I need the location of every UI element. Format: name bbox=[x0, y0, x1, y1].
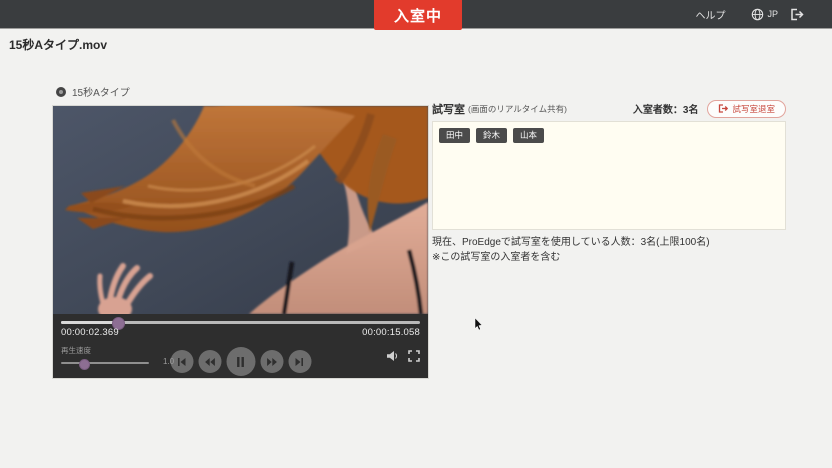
rewind-icon bbox=[204, 357, 215, 367]
member-chip: 山本 bbox=[513, 128, 544, 143]
logout-icon[interactable] bbox=[790, 8, 804, 21]
skip-end-icon bbox=[295, 357, 305, 367]
room-title: 試写室 bbox=[432, 101, 465, 117]
video-label-text: 15秒Aタイプ bbox=[72, 84, 130, 99]
status-badge: 入室中 bbox=[374, 0, 462, 30]
help-link[interactable]: ヘルプ bbox=[695, 7, 725, 22]
playback-speed-label: 再生速度 bbox=[61, 345, 211, 356]
leave-room-icon bbox=[718, 104, 728, 113]
language-switch[interactable]: JP bbox=[751, 8, 778, 21]
members-box: 田中 鈴木 山本 bbox=[432, 121, 786, 230]
room-subtitle: (画面のリアルタイム共有) bbox=[468, 103, 567, 115]
seek-bar[interactable] bbox=[61, 321, 420, 324]
globe-icon bbox=[751, 8, 764, 21]
playback-speed-control: 再生速度 1.0 bbox=[61, 345, 211, 356]
video-icon bbox=[56, 87, 66, 97]
pause-button[interactable] bbox=[226, 347, 255, 376]
leave-room-label: 試写室退室 bbox=[732, 103, 775, 115]
skip-start-icon bbox=[177, 357, 187, 367]
usage-note-line2: ※この試写室の入室者を含む bbox=[432, 251, 786, 266]
pause-icon bbox=[236, 356, 246, 368]
leave-room-button[interactable]: 試写室退室 bbox=[707, 100, 786, 118]
fullscreen-icon bbox=[408, 350, 420, 362]
playback-speed-slider[interactable] bbox=[61, 362, 149, 364]
video-player: 00:00:02.369 00:00:15.058 bbox=[53, 106, 428, 378]
skip-end-button[interactable] bbox=[288, 350, 311, 373]
occupancy-count: 入室者数：3名 bbox=[633, 101, 699, 116]
playback-speed-handle[interactable] bbox=[79, 359, 90, 370]
language-label: JP bbox=[767, 9, 778, 19]
fast-forward-icon bbox=[266, 357, 277, 367]
video-still-artwork bbox=[53, 106, 428, 314]
screening-room-panel: 試写室 (画面のリアルタイム共有) 入室者数：3名 試写室退室 田中 鈴木 山本… bbox=[432, 99, 786, 265]
member-chip: 鈴木 bbox=[476, 128, 507, 143]
video-frame[interactable] bbox=[53, 106, 428, 314]
fast-forward-button[interactable] bbox=[260, 350, 283, 373]
volume-button[interactable] bbox=[386, 350, 399, 362]
playback-speed-value: 1.0 bbox=[163, 357, 174, 366]
duration-time: 00:00:15.058 bbox=[362, 327, 420, 338]
current-time: 00:00:02.369 bbox=[61, 327, 119, 338]
player-controls: 00:00:02.369 00:00:15.058 bbox=[53, 314, 428, 378]
fullscreen-button[interactable] bbox=[408, 350, 420, 362]
usage-note-line1: 現在、ProEdgeで試写室を使用している人数：3名(上限100名) bbox=[432, 236, 786, 251]
page-title: 15秒Aタイプ.mov bbox=[9, 36, 107, 53]
member-chip: 田中 bbox=[439, 128, 470, 143]
seek-bar-fill bbox=[61, 321, 117, 324]
volume-icon bbox=[386, 350, 399, 362]
cursor-icon bbox=[474, 318, 483, 331]
video-label: 15秒Aタイプ bbox=[56, 84, 130, 99]
